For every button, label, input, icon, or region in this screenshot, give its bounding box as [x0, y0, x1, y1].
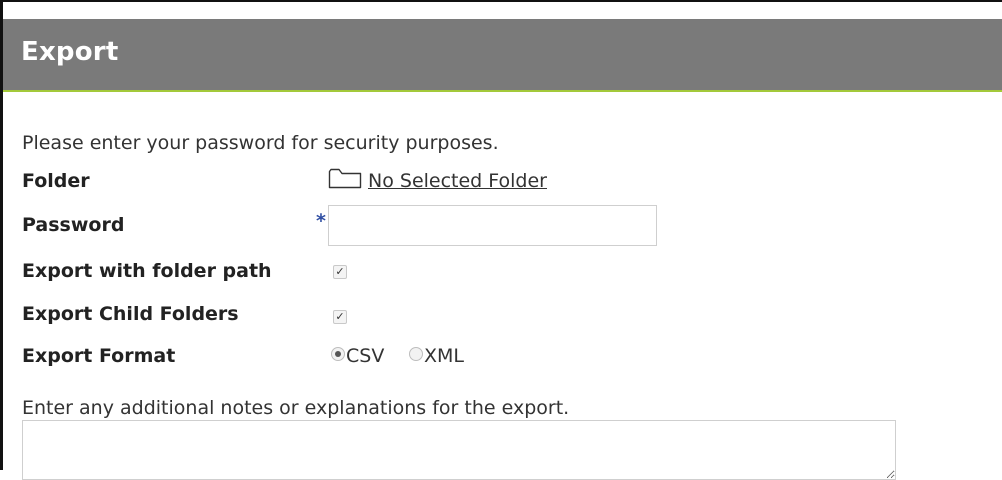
xml-radio[interactable] — [409, 347, 423, 361]
intro-text: Please enter your password for security … — [22, 132, 499, 154]
csv-radio-label[interactable]: CSV — [346, 345, 384, 367]
export-with-folder-path-checkbox[interactable]: ✓ — [333, 265, 347, 279]
csv-radio[interactable] — [331, 347, 345, 361]
export-format-label: Export Format — [22, 345, 176, 367]
xml-radio-label[interactable]: XML — [424, 345, 464, 367]
password-label: Password — [22, 214, 125, 236]
export-child-folders-checkbox[interactable]: ✓ — [333, 310, 347, 324]
required-marker: * — [316, 210, 326, 232]
folder-icon[interactable] — [328, 167, 362, 189]
export-child-folders-label: Export Child Folders — [22, 303, 239, 325]
folder-label: Folder — [22, 170, 90, 192]
export-with-folder-path-label: Export with folder path — [22, 260, 272, 282]
notes-label: Enter any additional notes or explanatio… — [22, 397, 570, 419]
password-input[interactable] — [328, 205, 657, 246]
dialog-header: Export — [3, 19, 1002, 92]
select-folder-link[interactable]: No Selected Folder — [368, 170, 547, 192]
dialog-title: Export — [21, 37, 119, 67]
notes-textarea[interactable] — [22, 420, 896, 480]
